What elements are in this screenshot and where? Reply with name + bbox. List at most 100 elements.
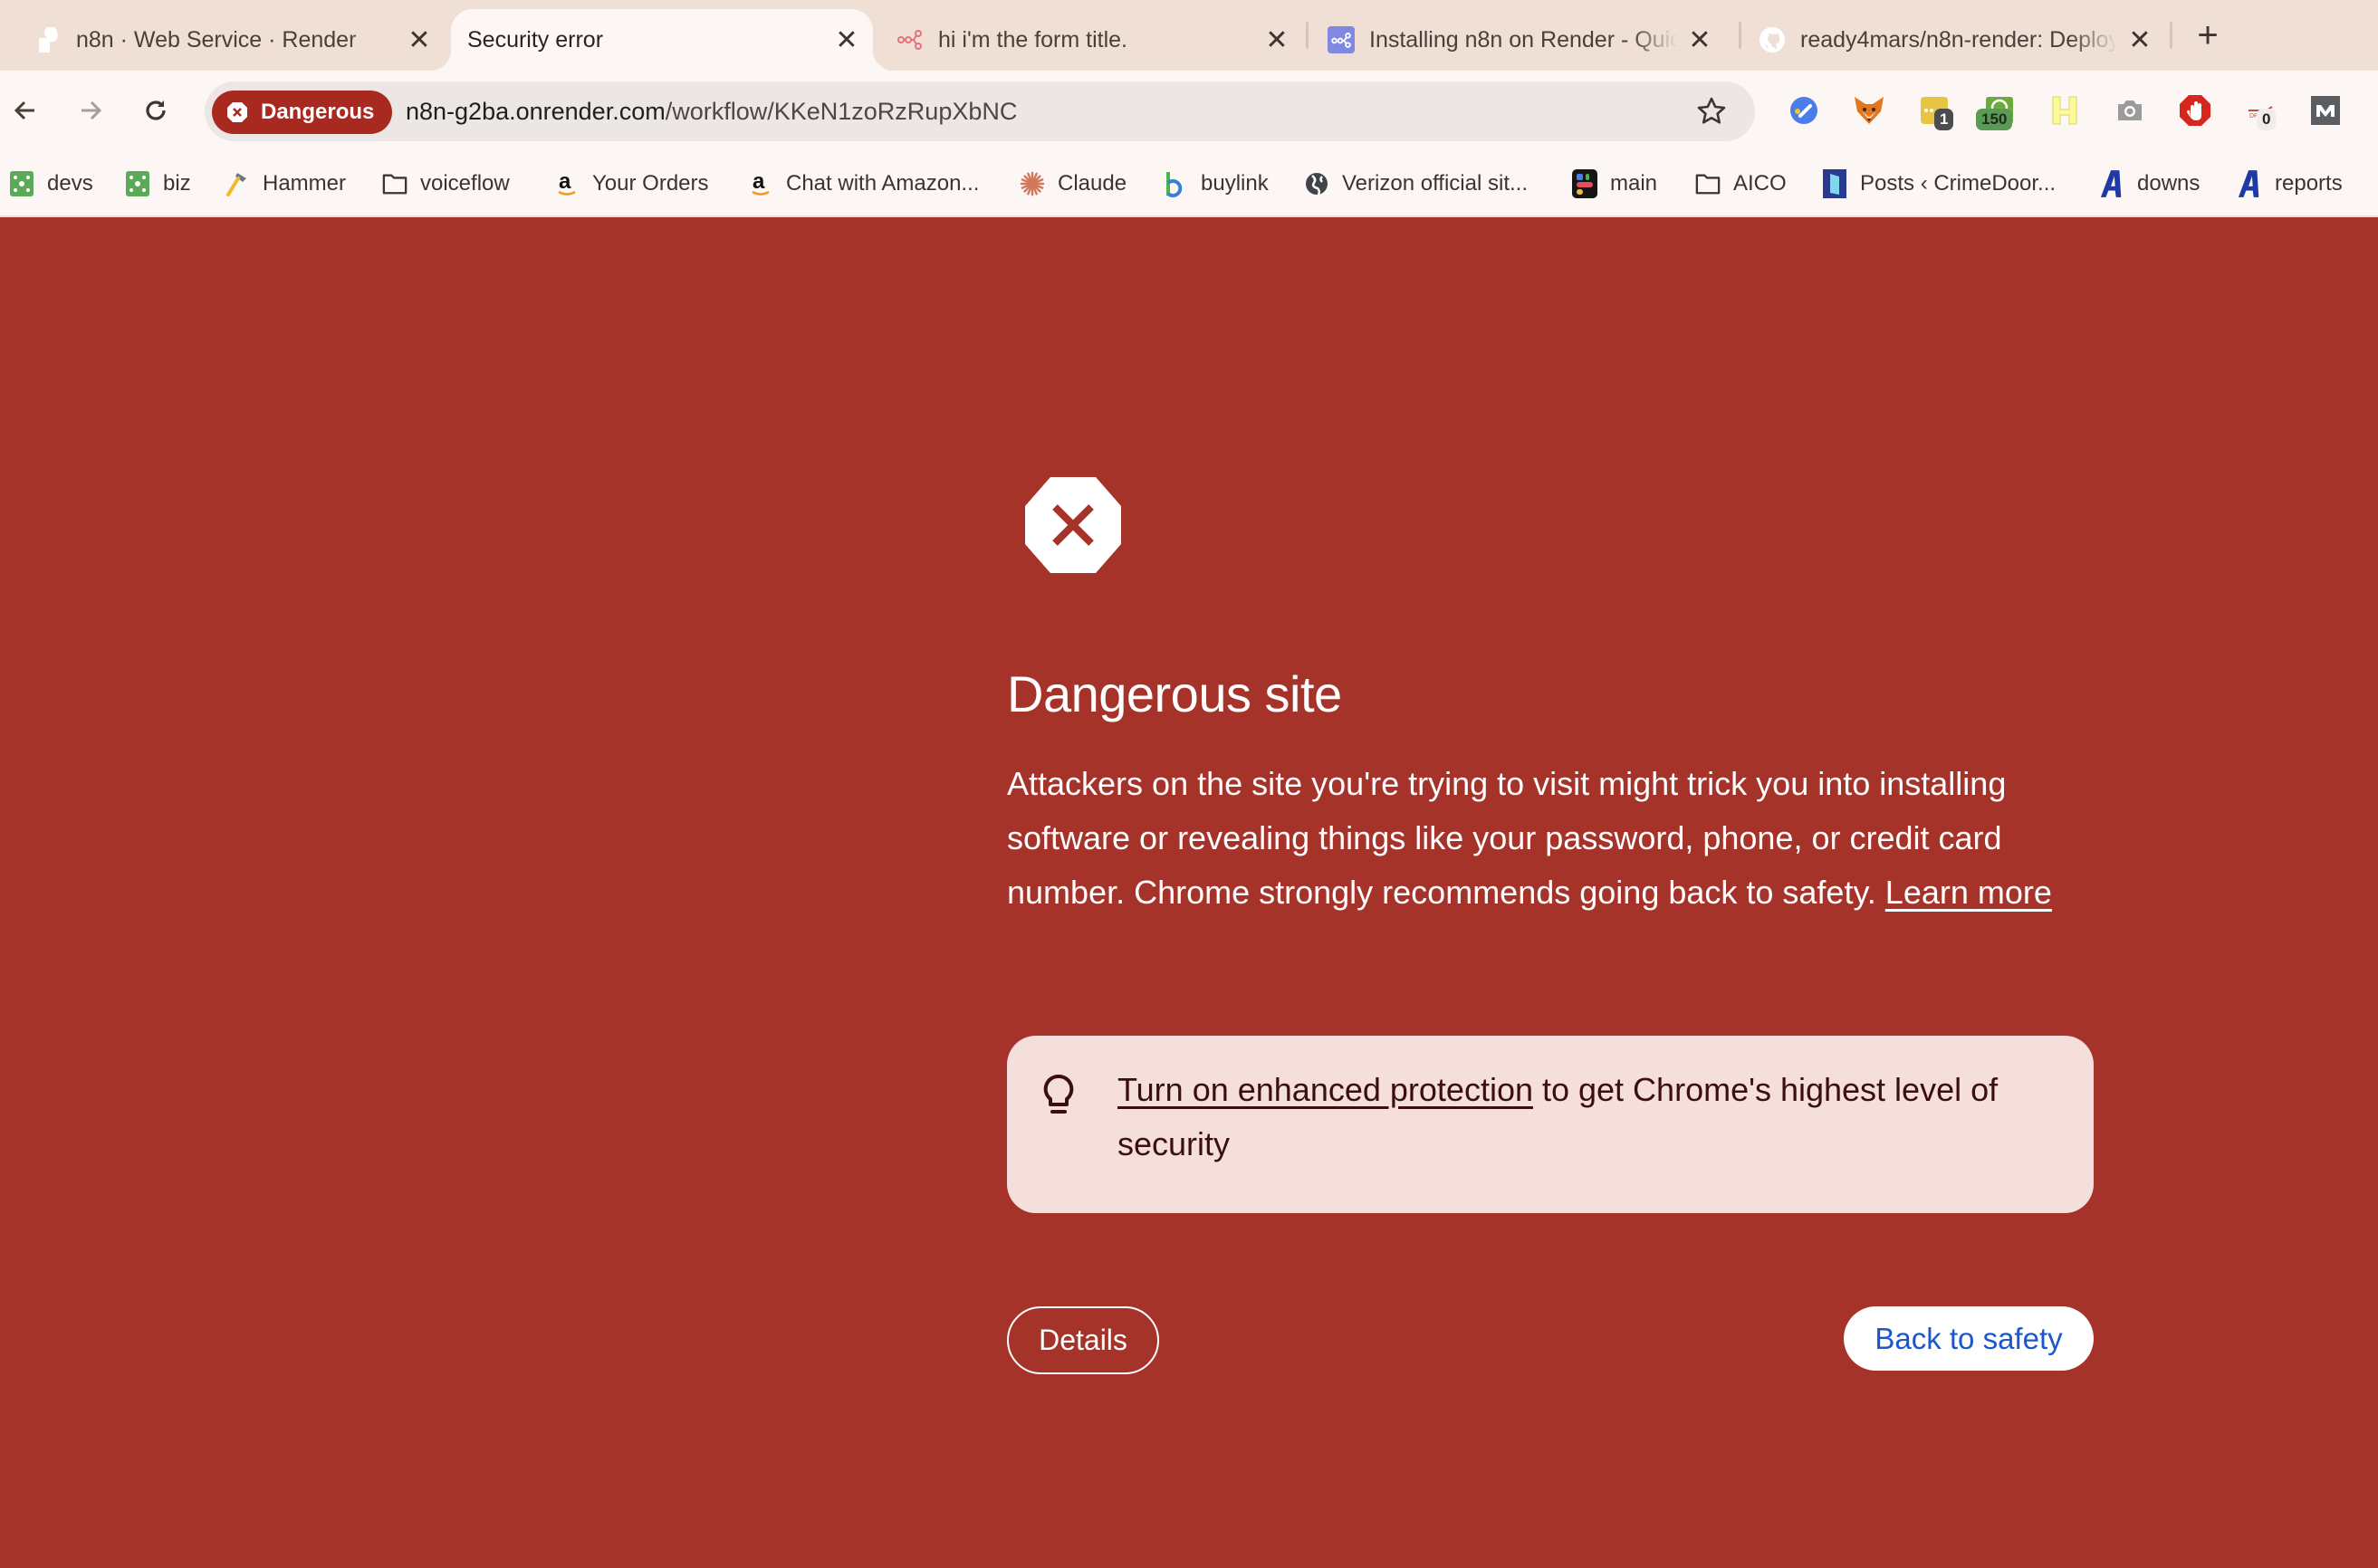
close-tab-icon[interactable]: ✕ [1263,25,1290,55]
tab-title: n8n · Web Service · Render [76,26,357,53]
green-app-icon [125,171,150,196]
security-chip-label: Dangerous [261,100,375,124]
close-tab-icon[interactable]: ✕ [1686,25,1713,55]
hammer-icon [225,171,250,196]
forward-button[interactable] [71,91,110,130]
extension-badge: 150 [1976,109,2013,130]
bookmark-crimedoor[interactable]: Posts ‹ CrimeDoor... [1822,167,2056,201]
bookmark-verizon[interactable]: Verizon official sit... [1304,167,1528,201]
green-app-icon [9,171,34,196]
bookmark-voiceflow[interactable]: voiceflow [382,167,510,201]
bookmark-label: Your Orders [592,171,709,196]
tab-separator [2170,22,2172,49]
tab-separator [1739,22,1741,49]
bookmark-hammer[interactable]: Hammer [225,167,346,201]
amazon-icon: a [554,170,580,196]
danger-stop-icon [1025,477,1121,573]
metamask-extension[interactable] [1851,92,1887,129]
url-text[interactable]: n8n-g2ba.onrender.com/workflow/KKeN1zoRz… [406,81,1017,141]
tab-title: Security error [467,26,604,53]
tab-separator [1306,22,1309,49]
n8n-form-icon [897,26,924,53]
close-tab-icon[interactable]: ✕ [2126,25,2153,55]
yellow-extension[interactable]: 1 [1916,92,1954,130]
claude-icon [1020,171,1045,196]
bookmark-devs[interactable]: devs [9,167,93,201]
svg-text:a: a [559,170,571,194]
bookmark-label: Hammer [263,171,347,196]
tab-strip: n8n · Web Service · Render ✕ Security er… [0,0,2378,71]
highlighter-extension[interactable] [2047,92,2083,129]
address-bar[interactable]: Dangerous n8n-g2ba.onrender.com/workflow… [205,81,1755,141]
bookmark-label: AICO [1733,171,1787,196]
tab-form[interactable]: hi i'm the form title. ✕ [897,9,1290,71]
bookmark-label: biz [163,171,191,196]
bookmark-label: reports [2275,171,2343,196]
page-heading: Dangerous site [1007,665,1342,722]
a-logo-icon [2099,170,2124,197]
bookmark-label: buylink [1201,171,1269,196]
svg-text:a: a [753,170,765,194]
bookmark-reports[interactable]: reports [2237,167,2343,201]
explanation-body: Attackers on the site you're trying to v… [1007,765,2007,911]
crimedoor-icon [1822,169,1847,198]
bookmark-label: Posts ‹ CrimeDoor... [1860,171,2057,196]
arrow-right-icon [82,100,102,120]
extension-badge: 0 [2257,109,2277,130]
bookmark-label: Chat with Amazon... [786,171,980,196]
folder-icon [1695,171,1721,196]
arrow-left-icon [14,100,34,120]
amazon-icon: a [748,170,773,196]
enhanced-protection-link[interactable]: Turn on enhanced protection [1117,1071,1533,1108]
back-to-safety-button[interactable]: Back to safety [1844,1306,2094,1371]
bookmark-your-orders[interactable]: a Your Orders [554,167,709,201]
bookmark-chat-with-amazon[interactable]: a Chat with Amazon... [748,167,979,201]
bookmark-downs[interactable]: downs [2099,167,2200,201]
screenshot-extension[interactable] [2112,92,2148,129]
green-timer-extension[interactable]: 150 [1976,92,2018,130]
github-icon [1759,26,1786,53]
tab-security-error[interactable]: Security error ✕ [429,9,895,71]
adblock-extension[interactable] [2177,92,2213,129]
security-chip[interactable]: Dangerous [212,91,393,134]
lightbulb-icon [1043,1074,1074,1114]
reload-button[interactable] [136,91,176,130]
bookmark-label: downs [2137,171,2201,196]
bookmark-biz[interactable]: biz [125,167,191,201]
tab-title: hi i'm the form title. [938,26,1127,53]
red-logo-extension[interactable]: DRY 0 [2242,92,2278,130]
tab-title: Installing n8n on Render - Quick [1369,26,1677,53]
bookmark-main[interactable]: main [1572,167,1657,201]
learn-more-link[interactable]: Learn more [1885,874,2052,911]
extension-badge: 1 [1934,109,1954,130]
bookmark-label: devs [47,171,93,196]
buylink-icon [1163,171,1188,197]
main-app-icon [1572,169,1597,198]
bookmark-star-icon[interactable] [1695,95,1728,128]
render-icon [34,26,62,53]
new-tab-button[interactable]: + [2187,14,2229,56]
back-button[interactable] [5,91,45,130]
toolbar: Dangerous n8n-g2ba.onrender.com/workflow… [0,71,2378,150]
url-path: /workflow/KKeN1zoRzRupXbNC [665,97,1018,125]
tab-installing-n8n[interactable]: Installing n8n on Render - Quick ✕ [1328,9,1713,71]
m-extension[interactable] [2307,92,2344,129]
bookmark-label: Claude [1058,171,1127,196]
reload-icon [146,100,166,120]
bookmark-aico[interactable]: AICO [1695,167,1787,201]
n8n-docs-icon [1328,26,1355,53]
enhanced-protection-callout: Turn on enhanced protection to get Chrom… [1007,1036,2094,1213]
bookmark-label: main [1610,171,1658,196]
bookmarks-bar: devs biz Hammer voiceflow a Your Orders … [0,150,2378,217]
bookmark-buylink[interactable]: buylink [1163,167,1269,201]
google-tasks-extension[interactable] [1786,92,1822,129]
bookmark-claude[interactable]: Claude [1020,167,1127,201]
tab-title: ready4mars/n8n-render: Deploy [1800,26,2117,53]
tab-render[interactable]: n8n · Web Service · Render ✕ [34,9,433,71]
close-tab-icon[interactable]: ✕ [833,25,860,55]
bookmark-label: Verizon official sit... [1342,171,1528,196]
tab-github[interactable]: ready4mars/n8n-render: Deploy ✕ [1759,9,2153,71]
details-button[interactable]: Details [1007,1306,1159,1374]
danger-octagon-icon [227,102,247,122]
folder-icon [382,171,408,196]
